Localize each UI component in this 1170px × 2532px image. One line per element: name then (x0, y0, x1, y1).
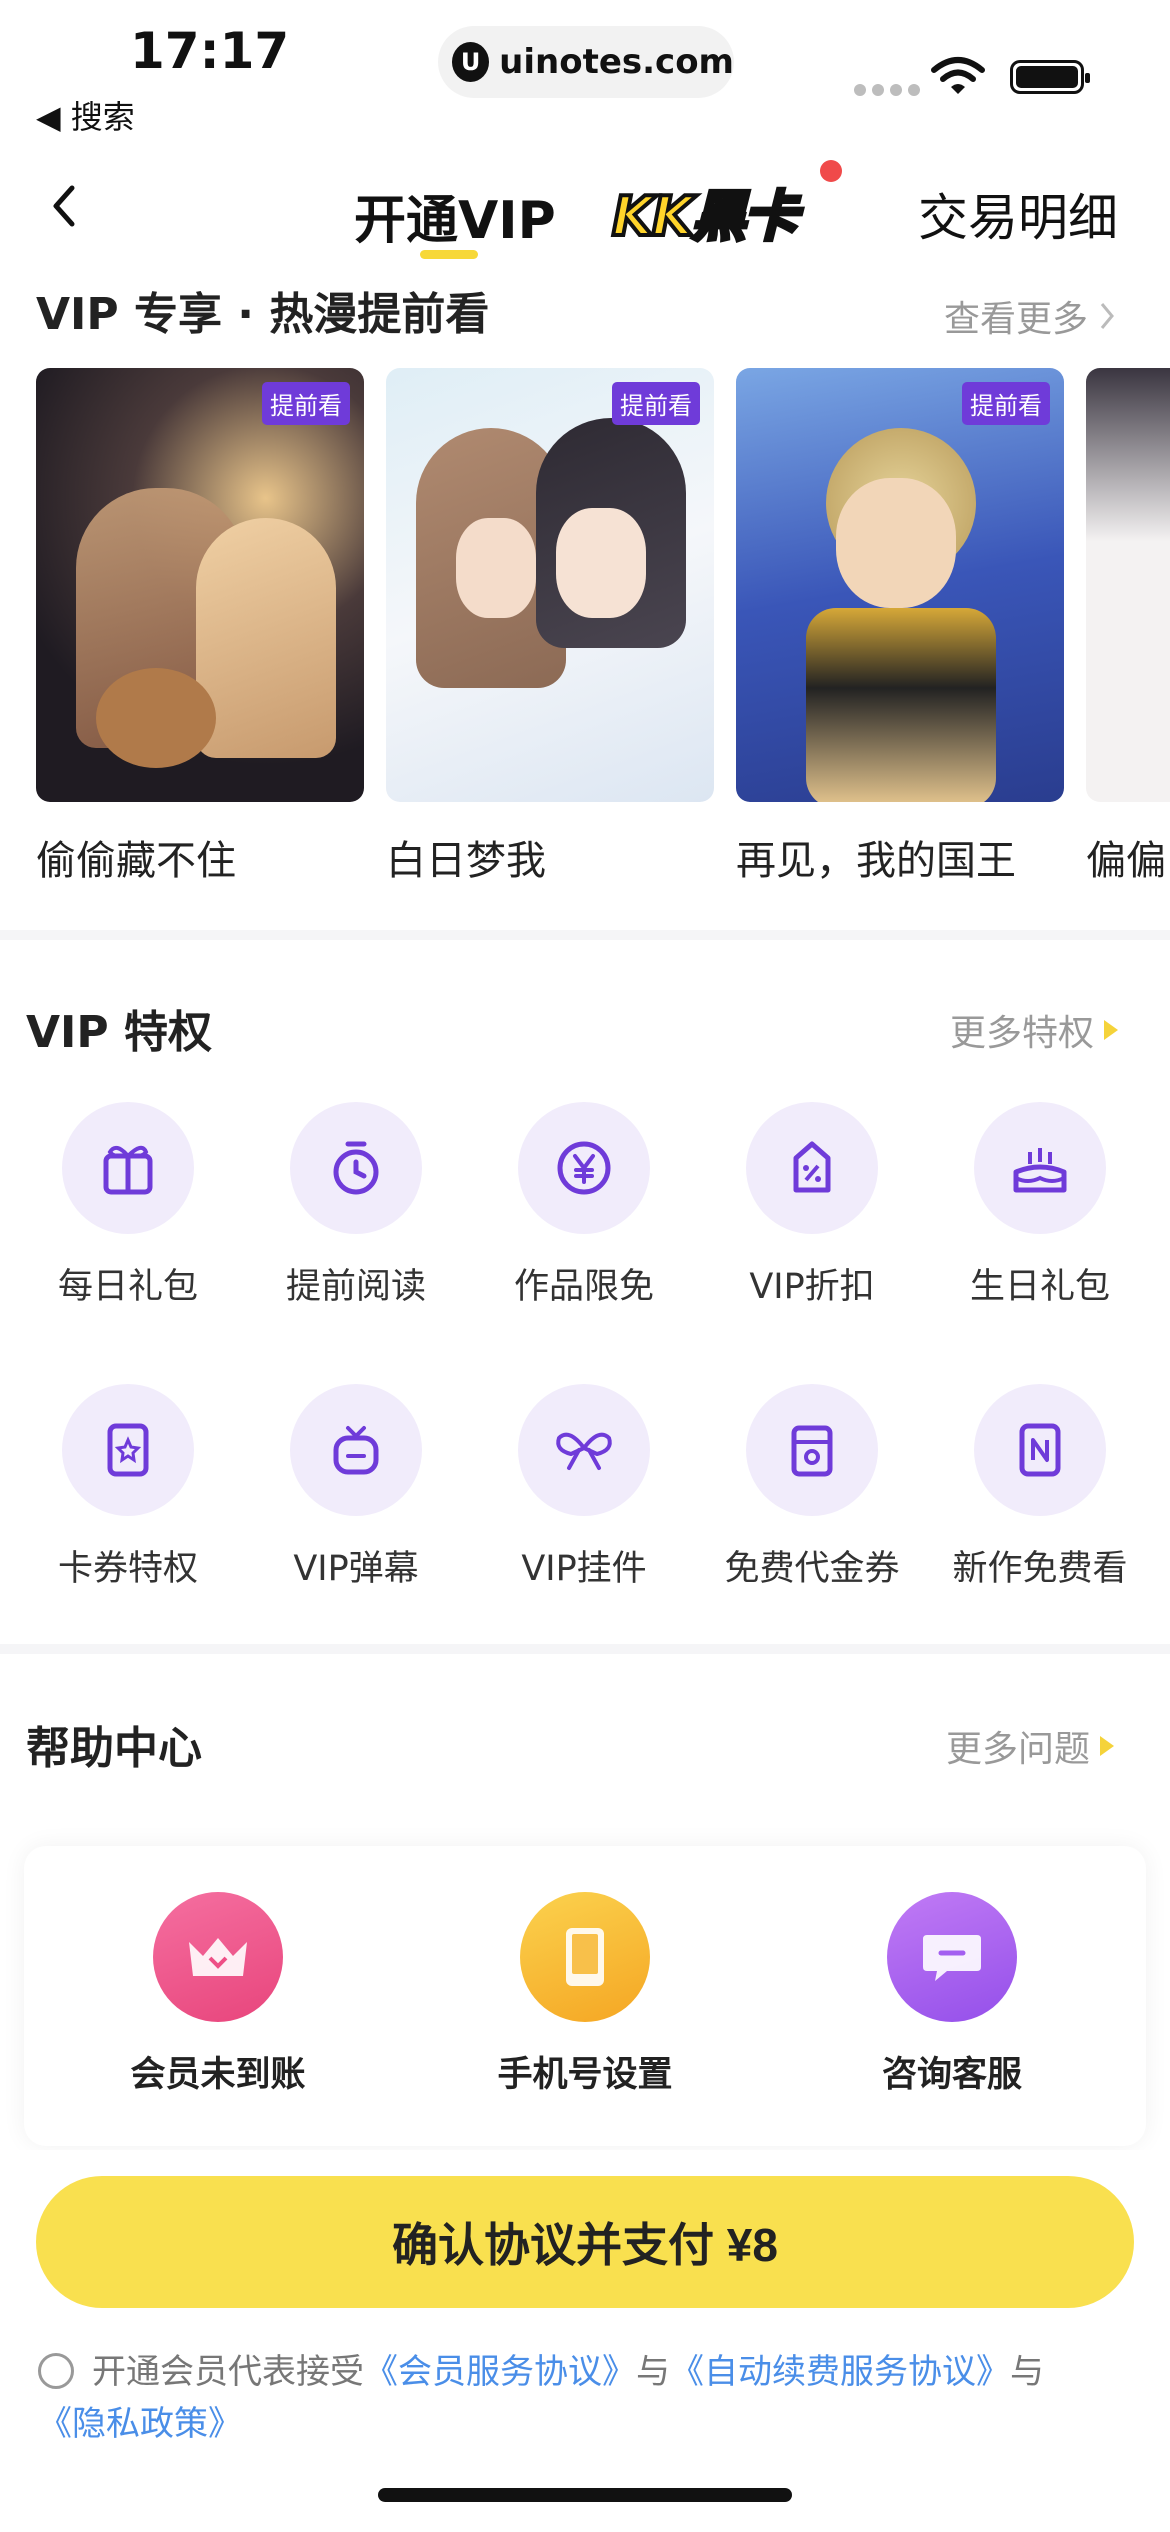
comic-title: 再见，我的国王 (736, 838, 1016, 884)
confirm-pay-button[interactable]: 确认协议并支付 ¥8 (36, 2176, 1134, 2308)
privileges-more-link[interactable]: 更多特权 (950, 1004, 1119, 1056)
comic-cover-image (1086, 368, 1170, 802)
comic-cover-image: 提前看 (386, 368, 714, 802)
help-more-link[interactable]: 更多问题 (946, 1720, 1115, 1772)
status-bar: 17:17 ◀ 搜索 U uinotes.com (0, 0, 1170, 140)
section-divider (0, 930, 1170, 940)
tab-kk-black-card[interactable]: KK黑卡 (610, 172, 800, 251)
help-center-title: 帮助中心 (26, 1723, 202, 1774)
comic-cover-image: 提前看 (736, 368, 1064, 802)
privilege-label: 新作免费看 (952, 1549, 1128, 1589)
agreement-and: 与 (1010, 2352, 1044, 2392)
cellular-signal-icon (854, 84, 920, 96)
privilege-vip-danmaku[interactable]: VIP弹幕 (242, 1384, 470, 1591)
section-divider (0, 1644, 1170, 1654)
privacy-policy-link[interactable]: 《隐私政策》 (38, 2404, 242, 2444)
bow-icon (518, 1384, 650, 1516)
preview-comic-list: 提前看 偷偷藏不住 提前看 白日梦我 提前看 再见，我的国王 偏偏 (36, 368, 1170, 888)
comic-cover-image: 提前看 (36, 368, 364, 802)
status-time: 17:17 (130, 22, 290, 80)
top-nav: 开通VIP KK黑卡 交易明细 (0, 160, 1170, 270)
danmaku-bag-icon (290, 1384, 422, 1516)
privilege-free-voucher[interactable]: 免费代金券 (698, 1384, 926, 1591)
site-logo-icon: U (452, 42, 490, 82)
kk-black-card-logo: KK黑卡 (610, 183, 800, 250)
comic-card[interactable]: 提前看 偷偷藏不住 (36, 368, 364, 886)
new-ticket-icon (974, 1384, 1106, 1516)
active-tab-indicator (420, 250, 478, 259)
help-item-label: 会员未到账 (130, 2055, 306, 2095)
back-to-search-link[interactable]: ◀ 搜索 (36, 92, 135, 138)
help-item-label: 咨询客服 (881, 2055, 1022, 2095)
wifi-icon (931, 57, 985, 94)
privilege-new-free-read[interactable]: 新作免费看 (926, 1384, 1154, 1591)
help-phone-setting[interactable]: 手机号设置 (455, 1892, 715, 2097)
privilege-daily-gift[interactable]: 每日礼包 (14, 1102, 242, 1309)
agreement-and: 与 (636, 2352, 670, 2392)
help-member-not-credited[interactable]: 会员未到账 (88, 1892, 348, 2097)
privilege-vip-pendant[interactable]: VIP挂件 (470, 1384, 698, 1591)
crown-icon (153, 1892, 283, 2022)
url-text: uinotes.com (499, 42, 734, 82)
discount-tag-icon (746, 1102, 878, 1234)
privilege-label: VIP挂件 (521, 1549, 647, 1589)
help-customer-service[interactable]: 咨询客服 (822, 1892, 1082, 2097)
privilege-label: 每日礼包 (57, 1267, 198, 1307)
voucher-icon (746, 1384, 878, 1516)
comic-title: 白日梦我 (386, 838, 546, 884)
privilege-coupon[interactable]: 卡券特权 (14, 1384, 242, 1591)
agreement-text: 开通会员代表接受《会员服务协议》与《自动续费服务协议》与 《隐私政策》 (38, 2346, 1128, 2450)
gift-icon (62, 1102, 194, 1234)
birthday-cake-icon (974, 1102, 1106, 1234)
privilege-early-read[interactable]: 提前阅读 (242, 1102, 470, 1309)
privilege-birthday-gift[interactable]: 生日礼包 (926, 1102, 1154, 1309)
privilege-label: 卡券特权 (57, 1549, 198, 1589)
notification-dot (820, 160, 842, 182)
stopwatch-icon (290, 1102, 422, 1234)
comic-title: 偷偷藏不住 (36, 838, 236, 884)
agreement-prefix: 开通会员代表接受 (92, 2352, 364, 2392)
help-item-label: 手机号设置 (497, 2055, 673, 2095)
phone-icon (520, 1892, 650, 2022)
coupon-star-icon (62, 1384, 194, 1516)
chevron-right-icon (1100, 303, 1114, 329)
comic-title: 偏偏 (1086, 838, 1166, 884)
early-access-badge: 提前看 (262, 382, 350, 425)
privilege-label: VIP弹幕 (293, 1549, 419, 1589)
early-access-badge: 提前看 (612, 382, 700, 425)
privilege-label: 提前阅读 (285, 1267, 426, 1307)
privilege-label: VIP折扣 (749, 1267, 875, 1307)
privilege-label: 作品限免 (513, 1267, 654, 1307)
preview-section-title: VIP 专享 · 热漫提前看 (36, 289, 490, 340)
privilege-vip-discount[interactable]: VIP折扣 (698, 1102, 926, 1309)
help-more-label: 更多问题 (946, 1729, 1091, 1770)
tab-open-vip[interactable]: 开通VIP (354, 178, 556, 253)
preview-more-link[interactable]: 查看更多 (944, 290, 1116, 342)
privilege-label: 免费代金券 (724, 1549, 900, 1589)
tab-transaction-detail[interactable]: 交易明细 (918, 178, 1118, 250)
triangle-right-icon (1104, 1020, 1119, 1040)
auto-renew-agreement-link[interactable]: 《自动续费服务协议》 (670, 2352, 1010, 2392)
battery-icon (1010, 60, 1090, 94)
privilege-label: 生日礼包 (969, 1267, 1110, 1307)
chevron-left-icon[interactable] (44, 176, 84, 236)
preview-more-label: 查看更多 (944, 299, 1089, 340)
comic-card[interactable]: 偏偏 (1086, 368, 1170, 886)
payment-panel: 确认协议并支付 ¥8 开通会员代表接受《会员服务协议》与《自动续费服务协议》与《… (0, 2150, 1170, 2532)
early-access-badge: 提前看 (962, 382, 1050, 425)
comic-card[interactable]: 提前看 白日梦我 (386, 368, 714, 886)
privilege-limited-free[interactable]: 作品限免 (470, 1102, 698, 1309)
help-card: 会员未到账 手机号设置 咨询客服 (24, 1846, 1146, 2146)
agreement-radio[interactable] (38, 2353, 74, 2389)
url-pill[interactable]: U uinotes.com (438, 26, 734, 98)
chat-icon (887, 1892, 1017, 2022)
member-service-agreement-link[interactable]: 《会员服务协议》 (364, 2352, 636, 2392)
yen-icon (518, 1102, 650, 1234)
triangle-right-icon (1100, 1736, 1115, 1756)
comic-card[interactable]: 提前看 再见，我的国王 (736, 368, 1064, 886)
privileges-more-label: 更多特权 (950, 1013, 1095, 1054)
privileges-title: VIP 特权 (26, 1007, 212, 1058)
home-indicator (378, 2488, 792, 2502)
